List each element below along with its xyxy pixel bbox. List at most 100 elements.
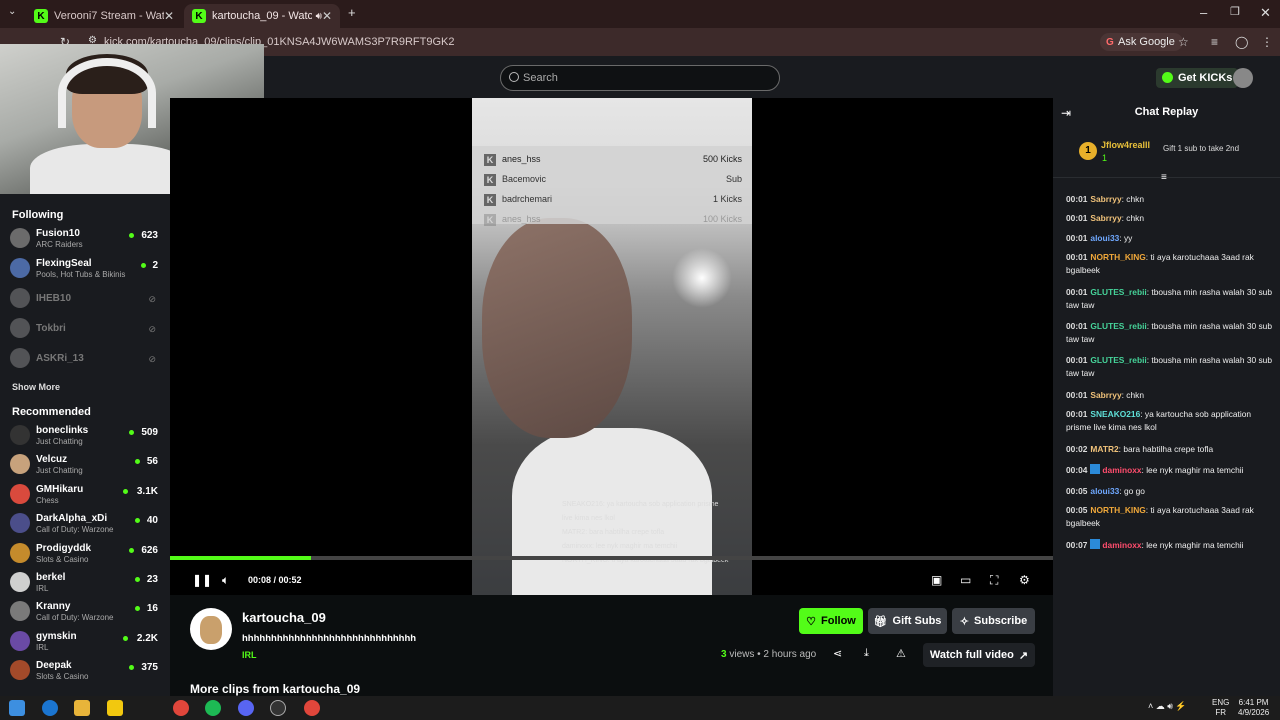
- chat-text: lee nyk maghir ma temchii: [1146, 540, 1244, 550]
- browser-tab-kartoucha[interactable]: K kartoucha_09 - Watch clips 🔊︎ ✕: [184, 4, 340, 28]
- chat-username[interactable]: NORTH_KING: [1090, 505, 1145, 515]
- chat-username[interactable]: Sabrryy: [1090, 390, 1121, 400]
- chat-timestamp: 00:01: [1066, 355, 1088, 365]
- chat-timestamp: 00:05: [1066, 505, 1088, 515]
- settings-icon[interactable]: ⚙: [1019, 573, 1030, 587]
- chat-timestamp: 00:07: [1066, 540, 1088, 550]
- chat-username[interactable]: GLUTES_rebii: [1090, 355, 1146, 365]
- sidebar-channel[interactable]: DarkAlpha_xDi Call of Duty: Warzone 40: [10, 511, 162, 539]
- reading-list-icon[interactable]: ≡: [1211, 35, 1218, 49]
- watch-full-video-button[interactable]: Watch full video ↗: [923, 643, 1035, 667]
- chat-username[interactable]: Sabrryy: [1090, 213, 1121, 223]
- file-explorer-icon[interactable]: [74, 700, 90, 716]
- chat-username[interactable]: Sabrryy: [1090, 194, 1121, 204]
- chat-username[interactable]: daminoxx: [1102, 465, 1141, 475]
- following-title: Following: [12, 209, 64, 221]
- subscribe-button[interactable]: ✧ Subscribe: [952, 608, 1035, 634]
- chat-username[interactable]: daminoxx: [1102, 540, 1141, 550]
- sidebar-channel[interactable]: Fusion10 ARC Raiders 623: [10, 226, 162, 254]
- chat-username[interactable]: GLUTES_rebii: [1090, 321, 1146, 331]
- chat-timestamp: 00:01: [1066, 194, 1088, 204]
- sidebar-channel[interactable]: Prodigyddk Slots & Casino 626: [10, 541, 162, 569]
- close-tab-icon[interactable]: ✕: [322, 9, 332, 23]
- channel-avatar[interactable]: [190, 608, 232, 650]
- restore-icon[interactable]: ❐: [1230, 5, 1240, 18]
- get-kicks-button[interactable]: Get KICKs: [1156, 68, 1239, 88]
- close-window-icon[interactable]: ✕: [1260, 5, 1271, 21]
- language-indicator[interactable]: ENG FR: [1212, 698, 1229, 718]
- tray-icons[interactable]: ˄ ☁ 🔊︎ ⚡: [1148, 701, 1187, 712]
- spotify-icon[interactable]: [205, 700, 221, 716]
- new-tab-icon[interactable]: +: [348, 5, 356, 20]
- chat-username[interactable]: MATR2: [1090, 444, 1118, 454]
- kick-favicon-icon: K: [192, 9, 206, 23]
- theater-mode-icon[interactable]: ▭: [960, 573, 971, 587]
- chat-username[interactable]: aloui33: [1090, 486, 1119, 496]
- channel-avatar: [10, 630, 30, 651]
- live-dot-icon: [129, 547, 134, 553]
- sidebar-channel[interactable]: ASKRi_13 ⊘: [10, 346, 162, 374]
- viewer-count: 2.2K: [136, 632, 158, 644]
- video-progress-bar[interactable]: [170, 556, 1053, 560]
- clip-age: 2 hours ago: [763, 649, 817, 660]
- profile-icon[interactable]: ◯: [1235, 35, 1248, 49]
- chrome-icon[interactable]: [173, 700, 189, 716]
- show-more-button[interactable]: Show More: [12, 382, 60, 392]
- sidebar-channel[interactable]: boneclinks Just Chatting 509: [10, 423, 162, 451]
- sidebar-channel[interactable]: GMHikaru Chess 3.1K: [10, 482, 162, 510]
- edge-icon[interactable]: [42, 700, 58, 716]
- volume-icon[interactable]: 🔈︎: [222, 573, 229, 588]
- chat-username[interactable]: aloui33: [1090, 233, 1119, 243]
- mini-player-icon[interactable]: ▣: [931, 573, 942, 587]
- viewer-count: 16: [146, 603, 158, 615]
- browser-tab-verooni[interactable]: K Verooni7 Stream - Watch Live o ✕: [26, 4, 182, 28]
- minimize-icon[interactable]: –: [1200, 5, 1207, 20]
- obs-icon[interactable]: [270, 700, 286, 716]
- sidebar-channel[interactable]: Deepak Slots & Casino 375: [10, 658, 162, 686]
- sidebar-channel[interactable]: FlexingSeal Pools, Hot Tubs & Bikinis 2: [10, 256, 162, 284]
- windows-start-icon[interactable]: [9, 700, 25, 716]
- chat-message: 00:02 MATR2: bara habtilha crepe tofla: [1066, 443, 1272, 456]
- download-icon[interactable]: ⤓: [864, 647, 869, 660]
- viewer-count: 2: [152, 260, 158, 271]
- live-dot-icon: [123, 635, 128, 641]
- sidebar-channel[interactable]: berkel IRL 23: [10, 570, 162, 598]
- channel-name: Velcuz: [36, 454, 68, 466]
- sidebar-channel[interactable]: Kranny Call of Duty: Warzone 16: [10, 599, 162, 627]
- chat-username[interactable]: NORTH_KING: [1090, 252, 1145, 262]
- sidebar-channel[interactable]: Velcuz Just Chatting 56: [10, 452, 162, 480]
- user-avatar[interactable]: [1233, 68, 1253, 88]
- fullscreen-icon[interactable]: ⛶: [990, 573, 998, 588]
- sidebar-channel[interactable]: gymskin IRL 2.2K: [10, 629, 162, 657]
- notes-app-icon[interactable]: [107, 700, 123, 716]
- share-icon[interactable]: ⋖: [833, 647, 842, 660]
- discord-icon[interactable]: [238, 700, 254, 716]
- report-icon[interactable]: ⚠: [896, 647, 906, 660]
- channel-name[interactable]: kartoucha_09: [242, 610, 326, 625]
- search-input[interactable]: Search: [500, 65, 780, 91]
- chrome-active-icon[interactable]: [304, 700, 320, 716]
- chat-username[interactable]: SNEAKO216: [1090, 409, 1140, 419]
- channel-avatar: [10, 601, 30, 622]
- chat-timestamp: 00:02: [1066, 444, 1088, 454]
- pinned-filter-icon[interactable]: ≡: [1161, 172, 1167, 183]
- gift-subs-button[interactable]: 🎁︎ Gift Subs: [868, 608, 947, 634]
- clip-category[interactable]: IRL: [242, 650, 257, 660]
- sidebar-channel[interactable]: IHEB10 ⊘: [10, 286, 162, 314]
- tab-search-icon[interactable]: ⌄: [8, 6, 16, 17]
- sidebar-channel[interactable]: Tokbri ⊘: [10, 316, 162, 344]
- gifter-name[interactable]: Jflow4realll: [1101, 140, 1150, 150]
- ask-google-button[interactable]: Ask Google: [1100, 33, 1183, 51]
- chat-username[interactable]: GLUTES_rebii: [1090, 287, 1146, 297]
- close-tab-icon[interactable]: ✕: [164, 9, 174, 23]
- pause-icon[interactable]: ❚❚: [192, 573, 212, 587]
- channel-avatar: [10, 258, 30, 278]
- chat-replay-panel: ⇥ Chat Replay 1 Jflow4realll 1 Gift 1 su…: [1053, 98, 1280, 696]
- kicks-amount: 1 Kicks: [712, 194, 742, 204]
- gift-sub-cta[interactable]: Gift 1 sub to take 2nd: [1163, 144, 1239, 153]
- bookmark-star-icon[interactable]: ☆: [1178, 35, 1189, 49]
- follow-button[interactable]: ♡ Follow: [799, 608, 863, 634]
- live-dot-icon: [129, 665, 134, 671]
- browser-menu-icon[interactable]: ⋮: [1261, 35, 1273, 49]
- system-clock[interactable]: 6:41 PM 4/9/2026: [1238, 698, 1269, 718]
